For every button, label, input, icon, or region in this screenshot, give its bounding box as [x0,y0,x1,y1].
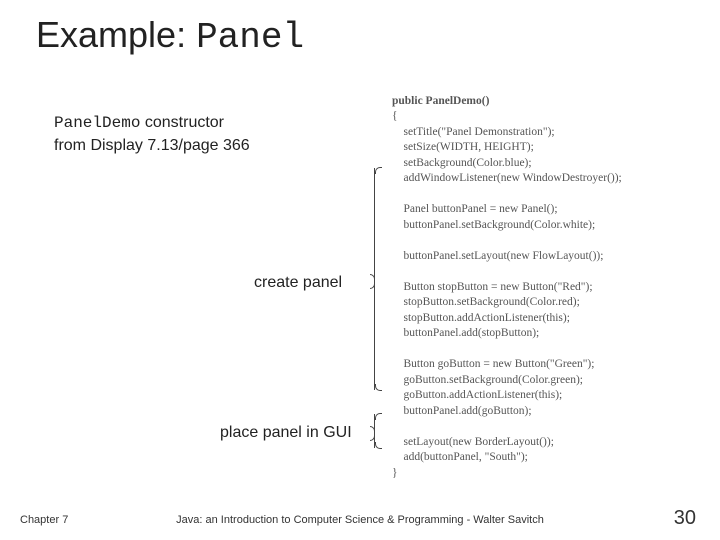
desc-line2: from Display 7.13/page 366 [54,137,250,154]
label-place-panel: place panel in GUI [220,424,352,442]
code-l11: buttonPanel.add(stopButton); [392,327,539,339]
code-sig: public PanelDemo() [392,95,489,107]
code-l3: setBackground(Color.blue); [392,157,532,169]
slide: Example: Panel PanelDemo constructor fro… [0,0,720,540]
label-create-panel: create panel [254,274,342,292]
title-prefix: Example: [36,14,196,55]
code-l6: buttonPanel.setBackground(Color.white); [392,219,595,231]
brace-create-panel [374,168,375,390]
brace-place-panel [374,414,375,448]
code-l1: setTitle("Panel Demonstration"); [392,126,555,138]
code-l9: stopButton.setBackground(Color.red); [392,296,580,308]
code-l8: Button stopButton = new Button("Red"); [392,281,593,293]
title-code: Panel [196,17,304,58]
code-l10: stopButton.addActionListener(this); [392,312,570,324]
code-l12: Button goButton = new Button("Green"); [392,358,594,370]
code-l14: goButton.addActionListener(this); [392,389,562,401]
code-l5: Panel buttonPanel = new Panel(); [392,203,558,215]
code-l7: buttonPanel.setLayout(new FlowLayout()); [392,250,603,262]
footer-pagenum: 30 [674,507,696,530]
code-l2: setSize(WIDTH, HEIGHT); [392,141,534,153]
code-l4: addWindowListener(new WindowDestroyer())… [392,172,622,184]
code-l13: goButton.setBackground(Color.green); [392,374,583,386]
desc-rest: constructor [140,114,224,131]
code-l15: buttonPanel.add(goButton); [392,405,532,417]
code-l17: add(buttonPanel, "South"); [392,451,528,463]
desc-classname: PanelDemo [54,114,140,132]
code-l16: setLayout(new BorderLayout()); [392,436,554,448]
slide-title: Example: Panel [36,14,304,58]
code-open: { [392,110,398,122]
constructor-description: PanelDemo constructor from Display 7.13/… [54,112,250,156]
footer-booktitle: Java: an Introduction to Computer Scienc… [0,514,720,526]
code-listing: public PanelDemo() { setTitle("Panel Dem… [392,78,702,481]
code-close: } [392,467,398,479]
